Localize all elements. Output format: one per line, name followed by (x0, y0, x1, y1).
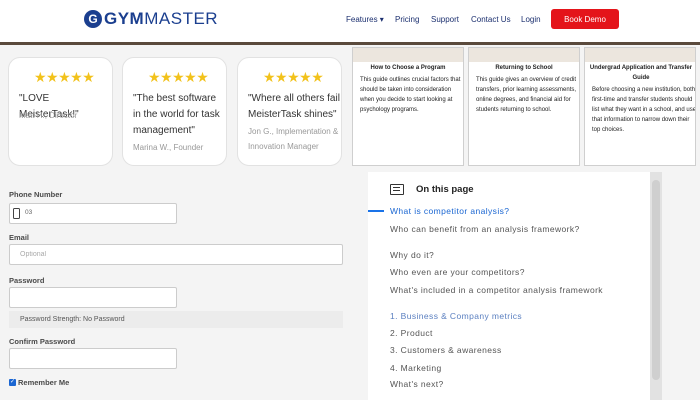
on-this-page-title: On this page (416, 184, 474, 195)
password-strength: Password Strength: No Password (9, 311, 343, 328)
testimonial-author: Marina W., Founder (133, 143, 204, 152)
header-divider (0, 42, 700, 45)
logo-mark-icon: G (84, 10, 102, 28)
toc-item[interactable]: Why do it? (390, 251, 640, 260)
gymmaster-logo[interactable]: G GYM MASTER (84, 9, 218, 29)
guide-body: Before choosing a new institution, both … (592, 87, 696, 133)
phone-label: Phone Number (9, 190, 63, 199)
page: G GYM MASTER Features ▾ Pricing Support C… (0, 0, 700, 400)
guide-card[interactable]: How to Choose a Program This guide outli… (352, 47, 464, 166)
password-field[interactable] (9, 287, 177, 308)
rating-stars-icon: ★★★★★ (263, 69, 324, 85)
book-demo-button[interactable]: Book Demo (551, 9, 619, 29)
confirm-password-label: Confirm Password (9, 337, 76, 346)
testimonial-card: ★★★★★ "The best software in the world fo… (122, 57, 227, 166)
logo-master-text: MASTER (144, 9, 219, 28)
phone-value: 03 (25, 209, 33, 216)
nav-login[interactable]: Login (521, 15, 541, 24)
site-header: G GYM MASTER Features ▾ Pricing Support C… (0, 0, 700, 43)
toc-item[interactable]: What's included in a competitor analysis… (390, 286, 630, 295)
toc-list-icon (390, 184, 404, 195)
guide-title: How to Choose a Program (370, 65, 446, 71)
toc-active-indicator (368, 210, 384, 212)
password-label: Password (9, 276, 45, 285)
nav-pricing[interactable]: Pricing (395, 15, 419, 24)
rating-stars-icon: ★★★★★ (34, 69, 95, 85)
testimonial-card: ★★★★★ "LOVE MeisterTask!" Matt H., Direc… (8, 57, 113, 166)
testimonial-quote: "Where all others fail MeisterTask shine… (248, 93, 340, 120)
guide-card[interactable]: Returning to School This guide gives an … (468, 47, 580, 166)
rating-stars-icon: ★★★★★ (148, 69, 209, 85)
guide-card-header (469, 48, 579, 62)
phone-field[interactable] (9, 203, 177, 224)
phone-icon (13, 208, 20, 219)
guide-body: This guide outlines crucial factors that… (360, 77, 461, 113)
email-field[interactable] (9, 244, 343, 265)
testimonial-author: Jon G., Implementation & Innovation Mana… (248, 127, 339, 151)
nav-features[interactable]: Features ▾ (346, 15, 384, 24)
nav-support[interactable]: Support (431, 15, 459, 24)
guide-card-header (353, 48, 463, 62)
guide-body: This guide gives an overview of credit t… (476, 77, 577, 113)
toc-item[interactable]: Who even are your competitors? (390, 268, 640, 277)
email-label: Email (9, 233, 30, 242)
toc-item[interactable]: 1. Business & Company metrics (390, 312, 640, 321)
guide-title: Undergrad Application and Transfer Guide (589, 65, 693, 81)
toc-item[interactable]: Who can benefit from an analysis framewo… (390, 225, 600, 234)
nav-contact[interactable]: Contact Us (471, 15, 511, 24)
toc-item[interactable]: 3. Customers & awareness (390, 346, 640, 355)
toc-item[interactable]: 2. Product (390, 329, 640, 338)
remember-me-checkbox[interactable]: ✓ (9, 379, 16, 386)
guide-card-header (585, 48, 695, 62)
guide-card[interactable]: Undergrad Application and Transfer Guide… (584, 47, 696, 166)
guide-title: Returning to School (495, 65, 553, 71)
logo-gym-text: GYM (104, 9, 145, 28)
toc-item[interactable]: What's next? (390, 380, 640, 389)
remember-me-label: Remember Me (18, 378, 70, 387)
testimonial-card: ★★★★★ "Where all others fail MeisterTask… (237, 57, 342, 166)
toc-item[interactable]: What is competitor analysis? (390, 207, 640, 216)
testimonial-quote: "The best software in the world for task… (133, 93, 220, 136)
scrollbar-thumb[interactable] (652, 180, 660, 380)
toc-item[interactable]: 4. Marketing (390, 364, 640, 373)
testimonial-author: Matt H., Director (19, 111, 78, 120)
confirm-password-field[interactable] (9, 348, 177, 369)
